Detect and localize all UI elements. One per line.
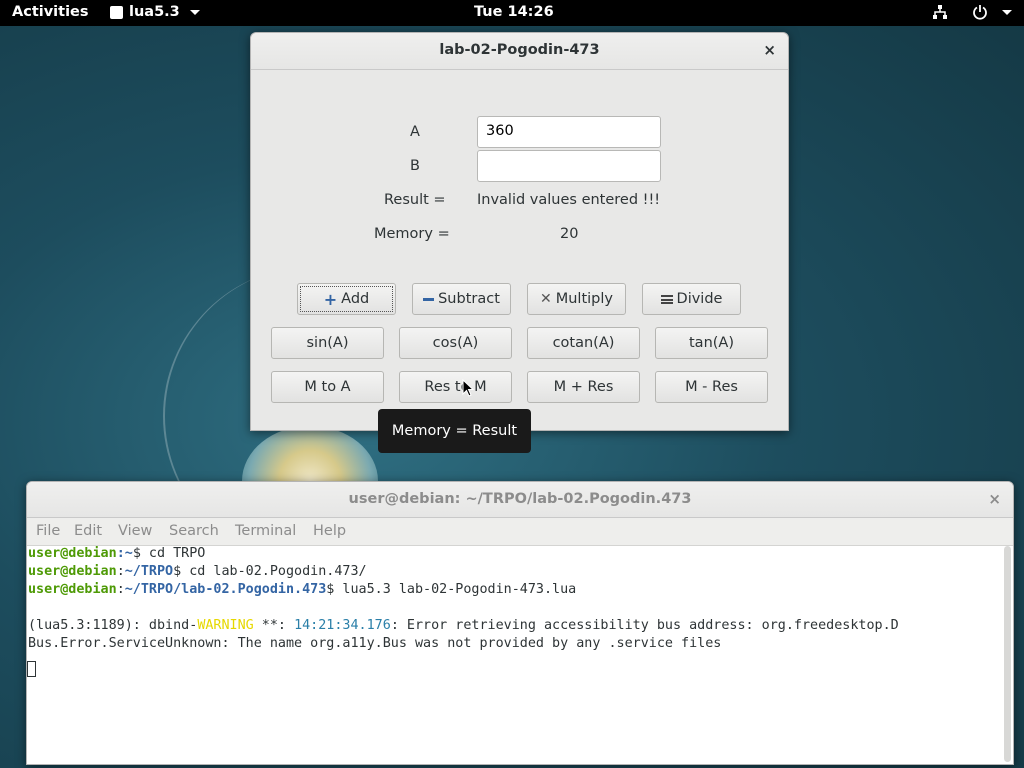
m-to-a-button[interactable]: M to A: [271, 371, 384, 403]
cotan-button[interactable]: cotan(A): [527, 327, 640, 359]
clock[interactable]: Tue 14:26: [474, 4, 554, 20]
add-button[interactable]: + Add: [297, 283, 396, 315]
input-b[interactable]: [477, 150, 661, 182]
terminal-cursor: [27, 661, 36, 677]
system-menu[interactable]: [972, 4, 1012, 20]
terminal-line: (lua5.3:1189): dbind-WARNING **: 14:21:3…: [28, 618, 899, 633]
app-menu-label: lua5.3: [129, 4, 180, 20]
tan-button[interactable]: tan(A): [655, 327, 768, 359]
menu-view[interactable]: View: [118, 523, 152, 539]
mouse-cursor-icon: [462, 379, 474, 397]
calculator-window: lab-02-Pogodin-473 × A 360 B Result = In…: [250, 32, 789, 431]
multiply-button[interactable]: ✕ Multiply: [527, 283, 626, 315]
app-menu[interactable]: lua5.3: [110, 4, 200, 20]
calculator-titlebar[interactable]: lab-02-Pogodin-473 ×: [251, 33, 788, 70]
activities-button[interactable]: Activities: [12, 4, 89, 20]
m-minus-res-button[interactable]: M - Res: [655, 371, 768, 403]
terminal-line: user@debian:~$ cd TRPO: [28, 546, 206, 561]
terminal-title: user@debian: ~/TRPO/lab-02.Pogodin.473: [348, 491, 692, 507]
cos-button[interactable]: cos(A): [399, 327, 512, 359]
menu-terminal[interactable]: Terminal: [235, 523, 296, 539]
tooltip: Memory = Result: [378, 409, 531, 453]
terminal-line: user@debian:~/TRPO/lab-02.Pogodin.473$ l…: [28, 582, 577, 597]
menu-search[interactable]: Search: [169, 523, 219, 539]
network-icon[interactable]: [932, 4, 948, 24]
add-button-label: Add: [341, 291, 370, 307]
result-label: Result =: [384, 192, 446, 208]
chevron-down-icon: [1002, 9, 1012, 15]
label-b: B: [410, 158, 420, 174]
label-a: A: [410, 124, 420, 140]
top-bar: Activities lua5.3 Tue 14:26: [0, 0, 1024, 26]
menu-edit[interactable]: Edit: [74, 523, 102, 539]
terminal-line: Bus.Error.ServiceUnknown: The name org.a…: [28, 636, 722, 651]
minus-icon: [423, 297, 435, 301]
res-to-m-button[interactable]: Res to M: [399, 371, 512, 403]
multiply-icon: ✕: [540, 291, 552, 307]
terminal-titlebar[interactable]: user@debian: ~/TRPO/lab-02.Pogodin.473 ×: [27, 482, 1013, 518]
app-icon: [110, 5, 123, 19]
menu-file[interactable]: File: [36, 523, 60, 539]
subtract-button[interactable]: Subtract: [412, 283, 511, 315]
sin-button[interactable]: sin(A): [271, 327, 384, 359]
input-a[interactable]: 360: [477, 116, 661, 148]
plus-icon: +: [323, 289, 338, 309]
memory-label: Memory =: [374, 226, 450, 242]
result-value: Invalid values entered !!!: [477, 192, 661, 208]
terminal-menubar: File Edit View Search Terminal Help: [27, 518, 1013, 546]
menu-help[interactable]: Help: [313, 523, 346, 539]
close-icon[interactable]: ×: [988, 490, 1001, 508]
m-plus-res-button[interactable]: M + Res: [527, 371, 640, 403]
divide-button-label: Divide: [676, 291, 723, 307]
terminal-output[interactable]: user@debian:~$ cd TRPO user@debian:~/TRP…: [27, 545, 1001, 764]
terminal-line: user@debian:~/TRPO$ cd lab-02.Pogodin.47…: [28, 564, 367, 579]
terminal-window: user@debian: ~/TRPO/lab-02.Pogodin.473 ×…: [26, 481, 1014, 765]
multiply-button-label: Multiply: [555, 291, 613, 307]
memory-value: 20: [560, 226, 579, 242]
divide-button[interactable]: Divide: [642, 283, 741, 315]
terminal-scrollbar[interactable]: [1004, 546, 1011, 762]
window-title: lab-02-Pogodin-473: [439, 42, 600, 58]
divide-icon: [660, 294, 673, 304]
subtract-button-label: Subtract: [438, 291, 500, 307]
power-icon: [973, 5, 987, 20]
close-icon[interactable]: ×: [763, 41, 776, 59]
chevron-down-icon: [189, 9, 200, 15]
